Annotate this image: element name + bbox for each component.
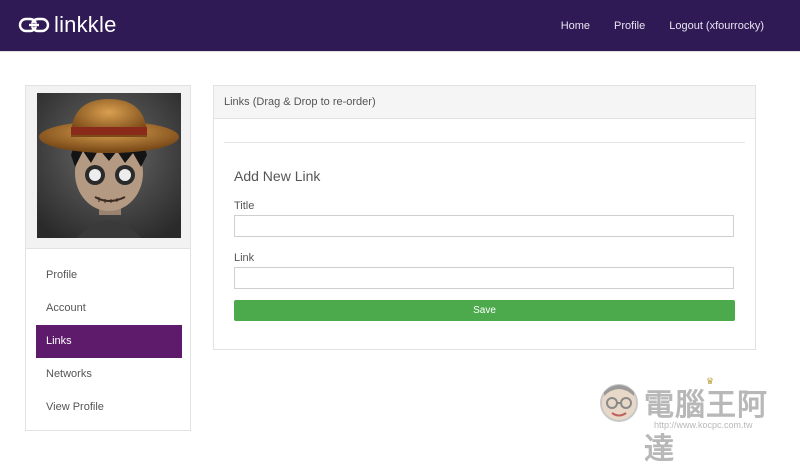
sidebar-item-profile[interactable]: Profile (36, 259, 182, 292)
links-list-divider (224, 142, 745, 143)
links-panel: Links (Drag & Drop to re-order) Add New … (213, 85, 756, 350)
nav-home-link[interactable]: Home (561, 20, 590, 32)
nav-profile-link[interactable]: Profile (614, 20, 645, 32)
panel-header: Links (Drag & Drop to re-order) (214, 86, 755, 119)
avatar (37, 93, 181, 238)
watermark-url: http://www.kocpc.com.tw (654, 420, 753, 430)
brand-logo[interactable]: linkkle (18, 9, 117, 41)
title-label: Title (234, 200, 255, 212)
chain-link-icon (18, 17, 50, 33)
avatar-container (26, 86, 190, 249)
sidebar-item-networks[interactable]: Networks (36, 358, 182, 391)
nav-logout-link[interactable]: Logout (xfourrocky) (669, 20, 764, 32)
link-label: Link (234, 252, 255, 264)
mascot-logo-icon (600, 384, 638, 422)
sidebar-item-view-profile[interactable]: View Profile (36, 391, 182, 424)
nav-links: Home Profile Logout (xfourrocky) (537, 0, 764, 51)
title-input[interactable] (234, 215, 734, 237)
sidebar-menu: Profile Account Links Networks View Prof… (36, 259, 182, 424)
brand-name: linkkle (54, 12, 117, 37)
top-navbar: linkkle Home Profile Logout (xfourrocky) (0, 0, 800, 51)
sidebar-item-links[interactable]: Links (36, 325, 182, 358)
save-button[interactable]: Save (234, 300, 735, 321)
sidebar: Profile Account Links Networks View Prof… (25, 85, 191, 431)
link-input[interactable] (234, 267, 734, 289)
watermark: ♛ 電腦王阿達 http://www.kocpc.com.tw (596, 376, 792, 467)
sidebar-item-account[interactable]: Account (36, 292, 182, 325)
navbar-divider (0, 51, 800, 52)
add-link-title: Add New Link (234, 168, 321, 184)
